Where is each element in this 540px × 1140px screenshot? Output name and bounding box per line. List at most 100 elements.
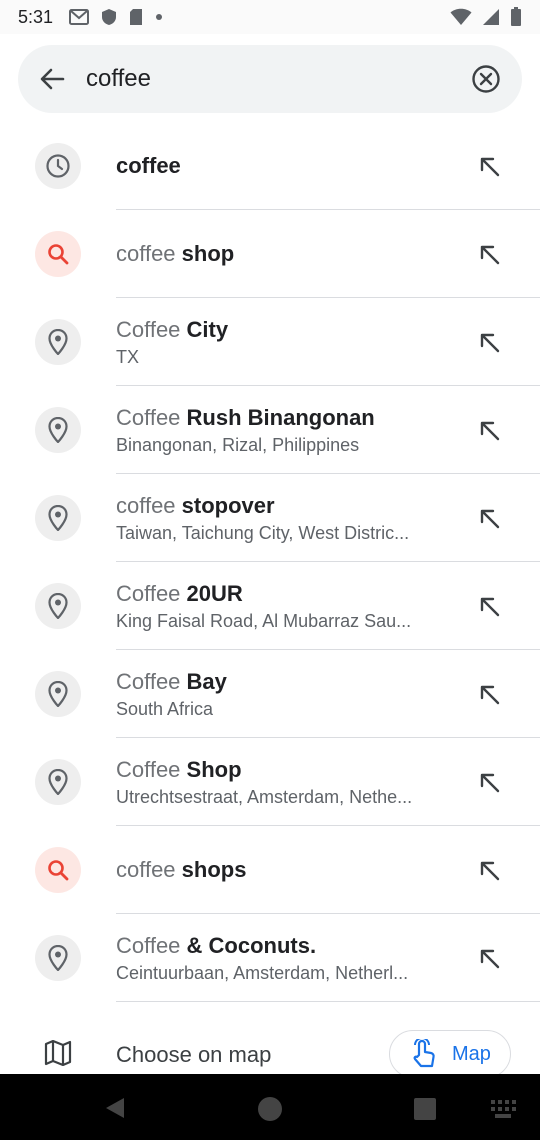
suggestion-subtitle: Binangonan, Rizal, Philippines bbox=[116, 434, 360, 455]
gmail-icon bbox=[69, 9, 90, 25]
suggestion-title: Coffee Bay bbox=[116, 669, 456, 695]
suggestion-text: coffee shop bbox=[116, 210, 456, 298]
suggestion-title-match: coffee bbox=[116, 241, 176, 266]
suggestion-title-match: Coffee bbox=[116, 756, 181, 782]
suggestion-row[interactable]: coffee shop bbox=[0, 210, 540, 298]
suggestion-title: coffee bbox=[116, 153, 456, 179]
suggestion-title-match: Coffee bbox=[116, 316, 181, 342]
suggestion-text: Coffee & Coconuts. Ceintuurbaan, Amsterda… bbox=[116, 914, 456, 1002]
clear-search-button[interactable] bbox=[456, 49, 516, 109]
suggestion-row[interactable]: Coffee & Coconuts. Ceintuurbaan, Amsterda… bbox=[0, 914, 540, 1002]
suggestion-subtitle: South Africa bbox=[116, 698, 214, 719]
fill-query-arrow-icon[interactable] bbox=[475, 504, 503, 532]
keyboard-icon bbox=[491, 1100, 516, 1118]
suggestion-row[interactable]: Coffee Shop Utrechtsestraat, Amsterdam, N… bbox=[0, 738, 540, 826]
suggestion-title-rest: Rush Binangonan bbox=[180, 404, 375, 430]
pin-icon bbox=[35, 935, 81, 981]
pin-icon bbox=[35, 759, 81, 805]
suggestion-subtitle: King Faisal Road, Al Mubarraz Sau... bbox=[116, 610, 412, 631]
battery-icon bbox=[510, 7, 522, 27]
suggestion-title: Coffee & Coconuts. bbox=[116, 933, 456, 959]
suggestion-title-rest: Shop bbox=[180, 756, 242, 782]
nav-home-button[interactable] bbox=[256, 1095, 284, 1128]
search-input[interactable]: coffee bbox=[86, 65, 456, 93]
suggestion-title: Coffee Rush Binangonan bbox=[116, 405, 456, 431]
suggestion-title-rest: & Coconuts. bbox=[180, 932, 317, 958]
suggestion-title: Coffee City bbox=[116, 317, 456, 343]
fill-query-arrow-icon[interactable] bbox=[475, 328, 503, 356]
nav-recents-button[interactable] bbox=[413, 1097, 437, 1126]
suggestion-title-rest: shops bbox=[175, 857, 247, 882]
suggestion-title: coffee stopover bbox=[116, 493, 456, 519]
fill-query-arrow-icon[interactable] bbox=[475, 152, 503, 180]
fill-query-arrow-icon[interactable] bbox=[475, 944, 503, 972]
suggestion-title: Coffee 20UR bbox=[116, 581, 456, 607]
wifi-icon bbox=[450, 8, 472, 26]
suggestion-text: Coffee 20UR King Faisal Road, Al Mubarraz… bbox=[116, 562, 456, 650]
system-icons bbox=[450, 7, 522, 27]
choose-on-map-label: Choose on map bbox=[116, 1042, 272, 1067]
pin-icon bbox=[35, 407, 81, 453]
fill-query-arrow-icon[interactable] bbox=[475, 680, 503, 708]
notification-icons bbox=[69, 8, 163, 26]
suggestion-row[interactable]: coffee bbox=[0, 122, 540, 210]
suggestion-subtitle: Utrechtsestraat, Amsterdam, Nethe... bbox=[116, 786, 413, 807]
map-button[interactable]: Map bbox=[389, 1030, 511, 1078]
suggestion-text: Coffee Rush Binangonan Binangonan, Rizal,… bbox=[116, 386, 456, 474]
dot-icon bbox=[155, 13, 163, 21]
suggestion-text: coffee stopover Taiwan, Taichung City, We… bbox=[116, 474, 456, 562]
suggestion-title-match: Coffee bbox=[116, 404, 181, 430]
suggestion-row[interactable]: coffee shops bbox=[0, 826, 540, 914]
suggestion-text: Coffee Shop Utrechtsestraat, Amsterdam, N… bbox=[116, 738, 456, 826]
fill-query-arrow-icon[interactable] bbox=[475, 768, 503, 796]
nav-home-icon bbox=[258, 1097, 282, 1121]
nav-back-icon bbox=[106, 1098, 124, 1118]
system-navigation-bar bbox=[0, 1074, 540, 1140]
suggestion-row[interactable]: Coffee Rush Binangonan Binangonan, Rizal,… bbox=[0, 386, 540, 474]
status-bar: 5:31 bbox=[0, 0, 540, 34]
fill-query-arrow-icon[interactable] bbox=[475, 856, 503, 884]
map-button-label: Map bbox=[452, 1042, 491, 1065]
clock-icon bbox=[35, 143, 81, 189]
suggestion-title: Coffee Shop bbox=[116, 757, 456, 783]
fill-query-arrow-icon[interactable] bbox=[475, 592, 503, 620]
fill-query-arrow-icon[interactable] bbox=[475, 416, 503, 444]
suggestion-row[interactable]: Coffee Bay South Africa bbox=[0, 650, 540, 738]
suggestion-title-text: coffee bbox=[116, 153, 181, 178]
nav-back-button[interactable] bbox=[104, 1096, 126, 1125]
search-icon bbox=[35, 231, 81, 277]
fill-query-arrow-icon[interactable] bbox=[475, 240, 503, 268]
back-button[interactable] bbox=[22, 45, 82, 113]
map-icon bbox=[44, 1039, 72, 1071]
suggestion-row[interactable]: coffee stopover Taiwan, Taichung City, We… bbox=[0, 474, 540, 562]
signal-icon bbox=[482, 8, 500, 26]
suggestion-subtitle: Taiwan, Taichung City, West Distric... bbox=[116, 522, 410, 543]
nav-keyboard-button[interactable] bbox=[490, 1099, 516, 1124]
suggestion-title-match: Coffee bbox=[116, 668, 181, 694]
divider bbox=[116, 1001, 540, 1002]
suggestion-title-match: coffee bbox=[116, 492, 176, 518]
suggestion-title: coffee shop bbox=[116, 241, 456, 267]
shield-icon bbox=[101, 8, 117, 26]
touch-icon bbox=[413, 1039, 435, 1068]
status-time: 5:31 bbox=[18, 6, 54, 27]
suggestion-title: coffee shops bbox=[116, 857, 456, 883]
suggestion-title-rest: 20UR bbox=[180, 580, 243, 606]
suggestion-row[interactable]: Coffee City TX bbox=[0, 298, 540, 386]
pin-icon bbox=[35, 495, 81, 541]
suggestion-list: coffee coffee shop Coffee City TX Coffee Rus… bbox=[0, 122, 540, 1002]
search-bar: coffee bbox=[18, 45, 522, 113]
back-arrow-icon bbox=[40, 68, 65, 90]
suggestion-title-rest: stopover bbox=[175, 492, 275, 518]
suggestion-title-match: coffee bbox=[116, 857, 176, 882]
suggestion-row[interactable]: Coffee 20UR King Faisal Road, Al Mubarraz… bbox=[0, 562, 540, 650]
search-icon bbox=[35, 847, 81, 893]
suggestion-subtitle: Ceintuurbaan, Amsterdam, Netherl... bbox=[116, 962, 409, 983]
suggestion-text: Coffee City TX bbox=[116, 298, 456, 386]
suggestion-text: coffee bbox=[116, 122, 456, 210]
suggestion-title-rest: shop bbox=[175, 241, 235, 266]
suggestion-title-rest: Bay bbox=[180, 668, 227, 694]
suggestion-title-match: Coffee bbox=[116, 580, 181, 606]
suggestion-title-match: Coffee bbox=[116, 932, 181, 958]
close-circle-icon bbox=[472, 65, 500, 93]
